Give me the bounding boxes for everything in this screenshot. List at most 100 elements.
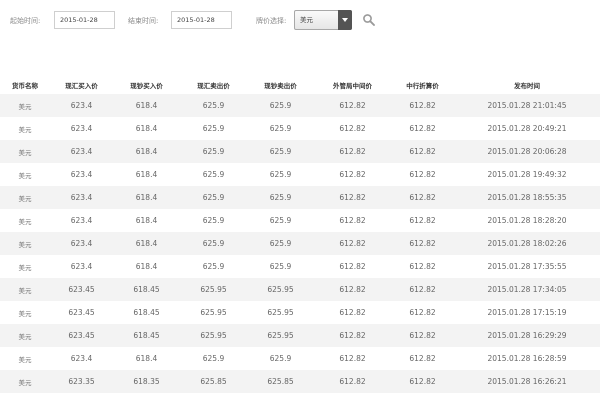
cash-buy-cell: 618.45 xyxy=(133,308,160,317)
cash-sell-cell: 625.95 xyxy=(267,331,294,340)
start-date-input[interactable]: 2015-01-28 xyxy=(54,11,115,29)
boc-conversion-rate-cell: 612.82 xyxy=(409,239,436,248)
exchange-rate-table: 货币名称 现汇买入价 现钞买入价 现汇卖出价 现钞卖出价 外管局中间价 中行折算… xyxy=(0,76,600,393)
column-header-spot-sell: 现汇卖出价 xyxy=(197,82,230,90)
spot-buy-cell: 623.4 xyxy=(70,239,93,248)
currency-cell: 美元 xyxy=(18,102,32,111)
safe-middle-rate-cell: 612.82 xyxy=(339,354,366,363)
column-header-safe-middle-rate: 外管局中间价 xyxy=(333,82,372,90)
safe-middle-rate-cell: 612.82 xyxy=(339,377,366,386)
spot-buy-cell: 623.4 xyxy=(70,101,93,110)
cash-sell-cell: 625.9 xyxy=(269,216,292,225)
boc-conversion-rate-cell: 612.82 xyxy=(409,101,436,110)
column-header-boc-conversion-rate: 中行折算价 xyxy=(406,82,439,90)
end-date-input[interactable]: 2015-01-28 xyxy=(171,11,232,29)
spot-buy-cell: 623.4 xyxy=(70,170,93,179)
table-body: 美元 623.4 618.4 625.9 625.9 612.82 612.82 2015.0… xyxy=(0,94,600,393)
search-icon[interactable] xyxy=(362,12,376,26)
safe-middle-rate-cell: 612.82 xyxy=(339,308,366,317)
filter-bar: 起始时间: 2015-01-28 结束时间: 2015-01-28 牌价选择: … xyxy=(0,0,600,42)
boc-conversion-rate-cell: 612.82 xyxy=(409,170,436,179)
publish-time-cell: 2015.01.28 21:01:45 xyxy=(487,101,567,110)
spot-sell-cell: 625.9 xyxy=(202,147,225,156)
cash-sell-cell: 625.9 xyxy=(269,170,292,179)
safe-middle-rate-cell: 612.82 xyxy=(339,331,366,340)
spot-sell-cell: 625.95 xyxy=(200,331,227,340)
start-time-label: 起始时间: xyxy=(10,17,41,25)
spot-sell-cell: 625.85 xyxy=(200,377,227,386)
currency-cell: 美元 xyxy=(18,355,32,364)
currency-cell: 美元 xyxy=(18,125,32,134)
spot-buy-cell: 623.4 xyxy=(70,216,93,225)
cash-sell-cell: 625.9 xyxy=(269,262,292,271)
publish-time-cell: 2015.01.28 20:06:28 xyxy=(487,147,567,156)
boc-conversion-rate-cell: 612.82 xyxy=(409,147,436,156)
spot-sell-cell: 625.9 xyxy=(202,124,225,133)
column-header-currency: 货币名称 xyxy=(12,82,38,90)
table-row: 美元 623.35 618.35 625.85 625.85 612.82 612.82 20… xyxy=(0,370,600,393)
spot-sell-cell: 625.95 xyxy=(200,285,227,294)
table-row: 美元 623.45 618.45 625.95 625.95 612.82 612.82 20… xyxy=(0,278,600,301)
cash-buy-cell: 618.45 xyxy=(133,285,160,294)
currency-select-label: 牌价选择: xyxy=(256,17,287,25)
publish-time-cell: 2015.01.28 19:49:32 xyxy=(487,170,567,179)
column-header-cash-sell: 现钞卖出价 xyxy=(264,82,297,90)
cash-buy-cell: 618.45 xyxy=(133,331,160,340)
publish-time-cell: 2015.01.28 17:35:55 xyxy=(487,262,567,271)
safe-middle-rate-cell: 612.82 xyxy=(339,193,366,202)
spot-sell-cell: 625.9 xyxy=(202,262,225,271)
cash-sell-cell: 625.9 xyxy=(269,354,292,363)
cash-sell-cell: 625.9 xyxy=(269,193,292,202)
spot-buy-cell: 623.45 xyxy=(68,331,95,340)
spot-sell-cell: 625.9 xyxy=(202,239,225,248)
boc-conversion-rate-cell: 612.82 xyxy=(409,354,436,363)
currency-cell: 美元 xyxy=(18,286,32,295)
currency-cell: 美元 xyxy=(18,194,32,203)
spot-buy-cell: 623.35 xyxy=(68,377,95,386)
cash-sell-cell: 625.9 xyxy=(269,147,292,156)
chevron-down-icon[interactable] xyxy=(338,10,352,30)
spot-sell-cell: 625.95 xyxy=(200,308,227,317)
publish-time-cell: 2015.01.28 17:34:05 xyxy=(487,285,567,294)
currency-cell: 美元 xyxy=(18,240,32,249)
spot-sell-cell: 625.9 xyxy=(202,216,225,225)
cash-buy-cell: 618.4 xyxy=(135,239,158,248)
cash-sell-cell: 625.9 xyxy=(269,239,292,248)
column-header-publish-time: 发布时间 xyxy=(514,82,540,90)
table-row: 美元 623.45 618.45 625.95 625.95 612.82 612.82 20… xyxy=(0,301,600,324)
safe-middle-rate-cell: 612.82 xyxy=(339,216,366,225)
currency-cell: 美元 xyxy=(18,148,32,157)
spot-buy-cell: 623.4 xyxy=(70,354,93,363)
table-row: 美元 623.45 618.45 625.95 625.95 612.82 612.82 20… xyxy=(0,324,600,347)
currency-select-value: 美元 xyxy=(300,16,313,24)
spot-buy-cell: 623.4 xyxy=(70,147,93,156)
spot-sell-cell: 625.9 xyxy=(202,170,225,179)
publish-time-cell: 2015.01.28 18:28:20 xyxy=(487,216,567,225)
boc-conversion-rate-cell: 612.82 xyxy=(409,216,436,225)
publish-time-cell: 2015.01.28 18:02:26 xyxy=(487,239,567,248)
cash-buy-cell: 618.4 xyxy=(135,354,158,363)
cash-buy-cell: 618.4 xyxy=(135,262,158,271)
column-header-spot-buy: 现汇买入价 xyxy=(65,82,98,90)
table-header-row: 货币名称 现汇买入价 现钞买入价 现汇卖出价 现钞卖出价 外管局中间价 中行折算… xyxy=(0,76,600,94)
cash-sell-cell: 625.9 xyxy=(269,124,292,133)
publish-time-cell: 2015.01.28 20:49:21 xyxy=(487,124,567,133)
currency-select[interactable]: 美元 xyxy=(294,10,352,30)
cash-sell-cell: 625.95 xyxy=(267,285,294,294)
table-row: 美元 623.4 618.4 625.9 625.9 612.82 612.82 2015.0… xyxy=(0,163,600,186)
cash-buy-cell: 618.4 xyxy=(135,170,158,179)
boc-conversion-rate-cell: 612.82 xyxy=(409,193,436,202)
publish-time-cell: 2015.01.28 16:29:29 xyxy=(487,331,567,340)
table-row: 美元 623.4 618.4 625.9 625.9 612.82 612.82 2015.0… xyxy=(0,140,600,163)
cash-buy-cell: 618.35 xyxy=(133,377,160,386)
boc-conversion-rate-cell: 612.82 xyxy=(409,377,436,386)
spot-sell-cell: 625.9 xyxy=(202,354,225,363)
boc-conversion-rate-cell: 612.82 xyxy=(409,308,436,317)
cash-sell-cell: 625.95 xyxy=(267,308,294,317)
spot-buy-cell: 623.45 xyxy=(68,308,95,317)
safe-middle-rate-cell: 612.82 xyxy=(339,124,366,133)
end-time-label: 结束时间: xyxy=(128,17,159,25)
safe-middle-rate-cell: 612.82 xyxy=(339,101,366,110)
table-row: 美元 623.4 618.4 625.9 625.9 612.82 612.82 2015.0… xyxy=(0,209,600,232)
currency-cell: 美元 xyxy=(18,171,32,180)
